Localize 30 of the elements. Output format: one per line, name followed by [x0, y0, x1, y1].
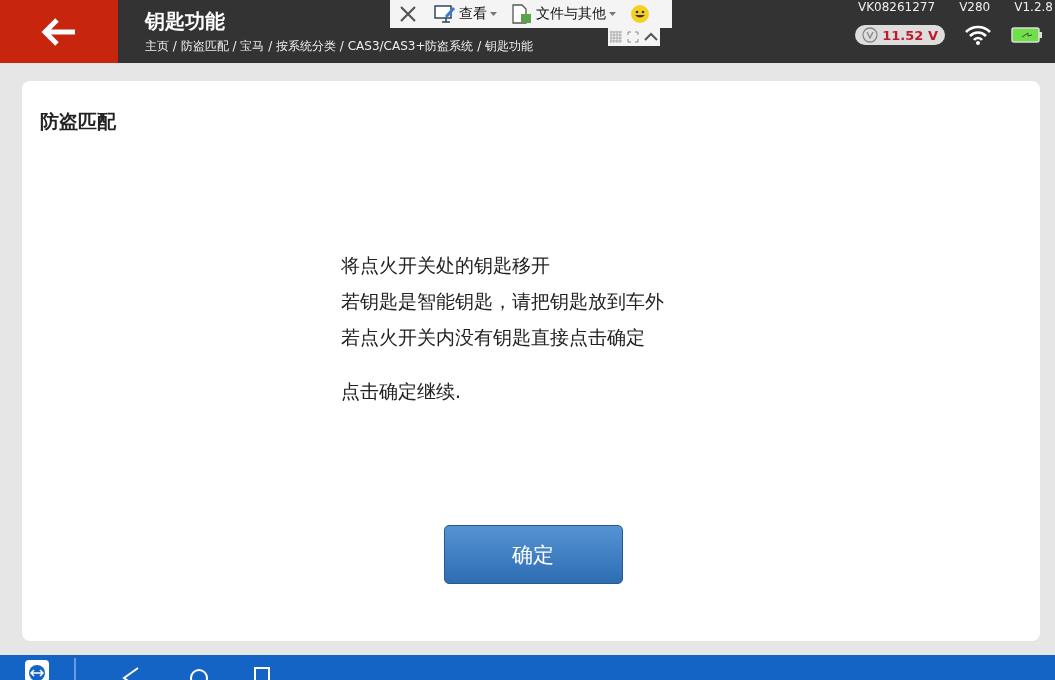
- voltmeter-icon: [862, 27, 879, 43]
- prompt-text: 点击确定继续.: [341, 379, 463, 404]
- home-nav-icon[interactable]: [189, 666, 209, 680]
- files-menu[interactable]: 文件与其他: [511, 4, 616, 24]
- instruction-text: 若点火开关内没有钥匙直接点击确定: [341, 325, 646, 350]
- wifi-icon: [965, 25, 991, 45]
- smiley-icon[interactable]: [630, 4, 650, 24]
- recents-nav-icon[interactable]: [253, 666, 271, 680]
- version-label: V1.2.8: [1014, 0, 1053, 14]
- battery-icon: [1011, 27, 1043, 43]
- confirm-button[interactable]: 确定: [443, 525, 623, 584]
- caret-icon: [490, 12, 497, 16]
- file-puzzle-icon: [511, 4, 533, 24]
- caret-icon: [609, 12, 616, 16]
- monitor-icon: [434, 4, 456, 24]
- close-icon[interactable]: [398, 4, 418, 24]
- page-title: 钥匙功能: [145, 8, 225, 35]
- collapse-icon[interactable]: [643, 32, 658, 42]
- back-button[interactable]: [0, 0, 118, 63]
- instruction-text: 若钥匙是智能钥匙，请把钥匙放到车外: [341, 289, 665, 314]
- card-title: 防盗匹配: [40, 109, 117, 134]
- version-label: V280: [959, 0, 991, 14]
- back-arrow-icon: [41, 16, 77, 47]
- remote-app-icon[interactable]: [25, 660, 49, 680]
- instruction-text: 将点火开关处的钥匙移开: [341, 253, 551, 278]
- serial-number: VK08261277: [857, 0, 936, 14]
- voltage-badge: 11.52 V: [855, 25, 945, 45]
- view-menu[interactable]: 查看: [434, 4, 497, 24]
- back-nav-icon[interactable]: [121, 666, 141, 680]
- breadcrumb: 主页 / 防盗匹配 / 宝马 / 按系统分类 / CAS3/CAS3+防盗系统 / 钥匙功能: [145, 38, 534, 55]
